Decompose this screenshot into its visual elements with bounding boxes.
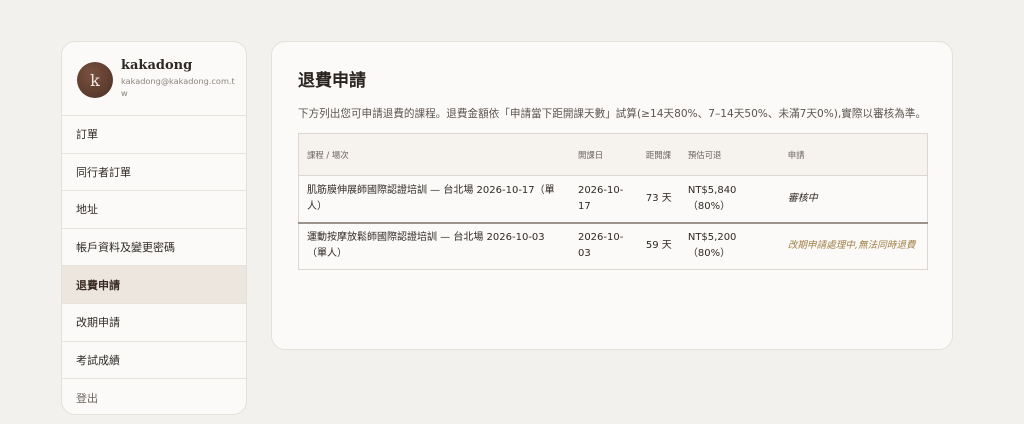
username: kakadong — [121, 58, 193, 73]
status-note: 改期申請處理中,無法同時退費 — [787, 240, 916, 252]
status-badge: 審核中 — [787, 192, 818, 204]
nav-item-address[interactable]: 地址 — [62, 191, 246, 229]
cell-start-date: 2026-10-03 — [577, 232, 624, 260]
page-title: 退費申請 — [298, 71, 366, 91]
cell-estimate: NT$5,840（80%） — [687, 184, 737, 212]
cell-estimate: NT$5,200（80%） — [687, 232, 737, 260]
cell-days: 73 天 — [645, 192, 672, 204]
header-course: 課程 / 場次 — [307, 149, 349, 160]
header-estimate: 預估可退 — [687, 149, 722, 160]
nav-item-logout[interactable]: 登出 — [62, 379, 246, 414]
nav-item-exam-results[interactable]: 考試成績 — [62, 342, 246, 380]
refund-card: 退費申請 下方列出您可申請退費的課程。退費金額依「申請當下距開課天數」試算(≥1… — [271, 41, 953, 350]
profile-text: kakadong kakadong@kakadong.com.tw — [121, 58, 239, 99]
nav-item-refund[interactable]: 退費申請 — [62, 266, 246, 304]
header-days: 距開課 — [645, 149, 672, 160]
account-sidebar: k kakadong kakadong@kakadong.com.tw 訂單 同… — [61, 41, 247, 415]
avatar: k — [77, 62, 113, 98]
refund-table: 課程 / 場次 開課日 距開課 預估可退 申請 肌筋膜伸展師國際認證培訓 — 台… — [298, 133, 928, 270]
table-row: 運動按摩放鬆師國際認證培訓 — 台北場 2026-10-03（單人） 2026-… — [298, 222, 928, 270]
page-description: 下方列出您可申請退費的課程。退費金額依「申請當下距開課天數」試算(≥14天80%… — [298, 108, 927, 120]
nav-item-reschedule[interactable]: 改期申請 — [62, 304, 246, 342]
table-header-row: 課程 / 場次 開課日 距開課 預估可退 申請 — [298, 133, 928, 176]
nav-item-orders[interactable]: 訂單 — [62, 116, 246, 154]
cell-days: 59 天 — [645, 240, 672, 252]
cell-course: 肌筋膜伸展師國際認證培訓 — 台北場 2026-10-17（單人） — [307, 184, 555, 212]
profile-header: k kakadong kakadong@kakadong.com.tw — [62, 42, 246, 116]
header-start-date: 開課日 — [577, 149, 604, 160]
cell-start-date: 2026-10-17 — [577, 184, 624, 212]
nav-item-companion-orders[interactable]: 同行者訂單 — [62, 154, 246, 192]
header-apply: 申請 — [787, 149, 805, 160]
table-row: 肌筋膜伸展師國際認證培訓 — 台北場 2026-10-17（單人） 2026-1… — [298, 175, 928, 223]
account-nav: 訂單 同行者訂單 地址 帳戶資料及變更密碼 退費申請 改期申請 考試成績 登出 — [62, 116, 246, 414]
cell-course: 運動按摩放鬆師國際認證培訓 — 台北場 2026-10-03（單人） — [307, 232, 545, 260]
nav-item-account-password[interactable]: 帳戶資料及變更密碼 — [62, 229, 246, 267]
user-email: kakadong@kakadong.com.tw — [121, 76, 235, 98]
